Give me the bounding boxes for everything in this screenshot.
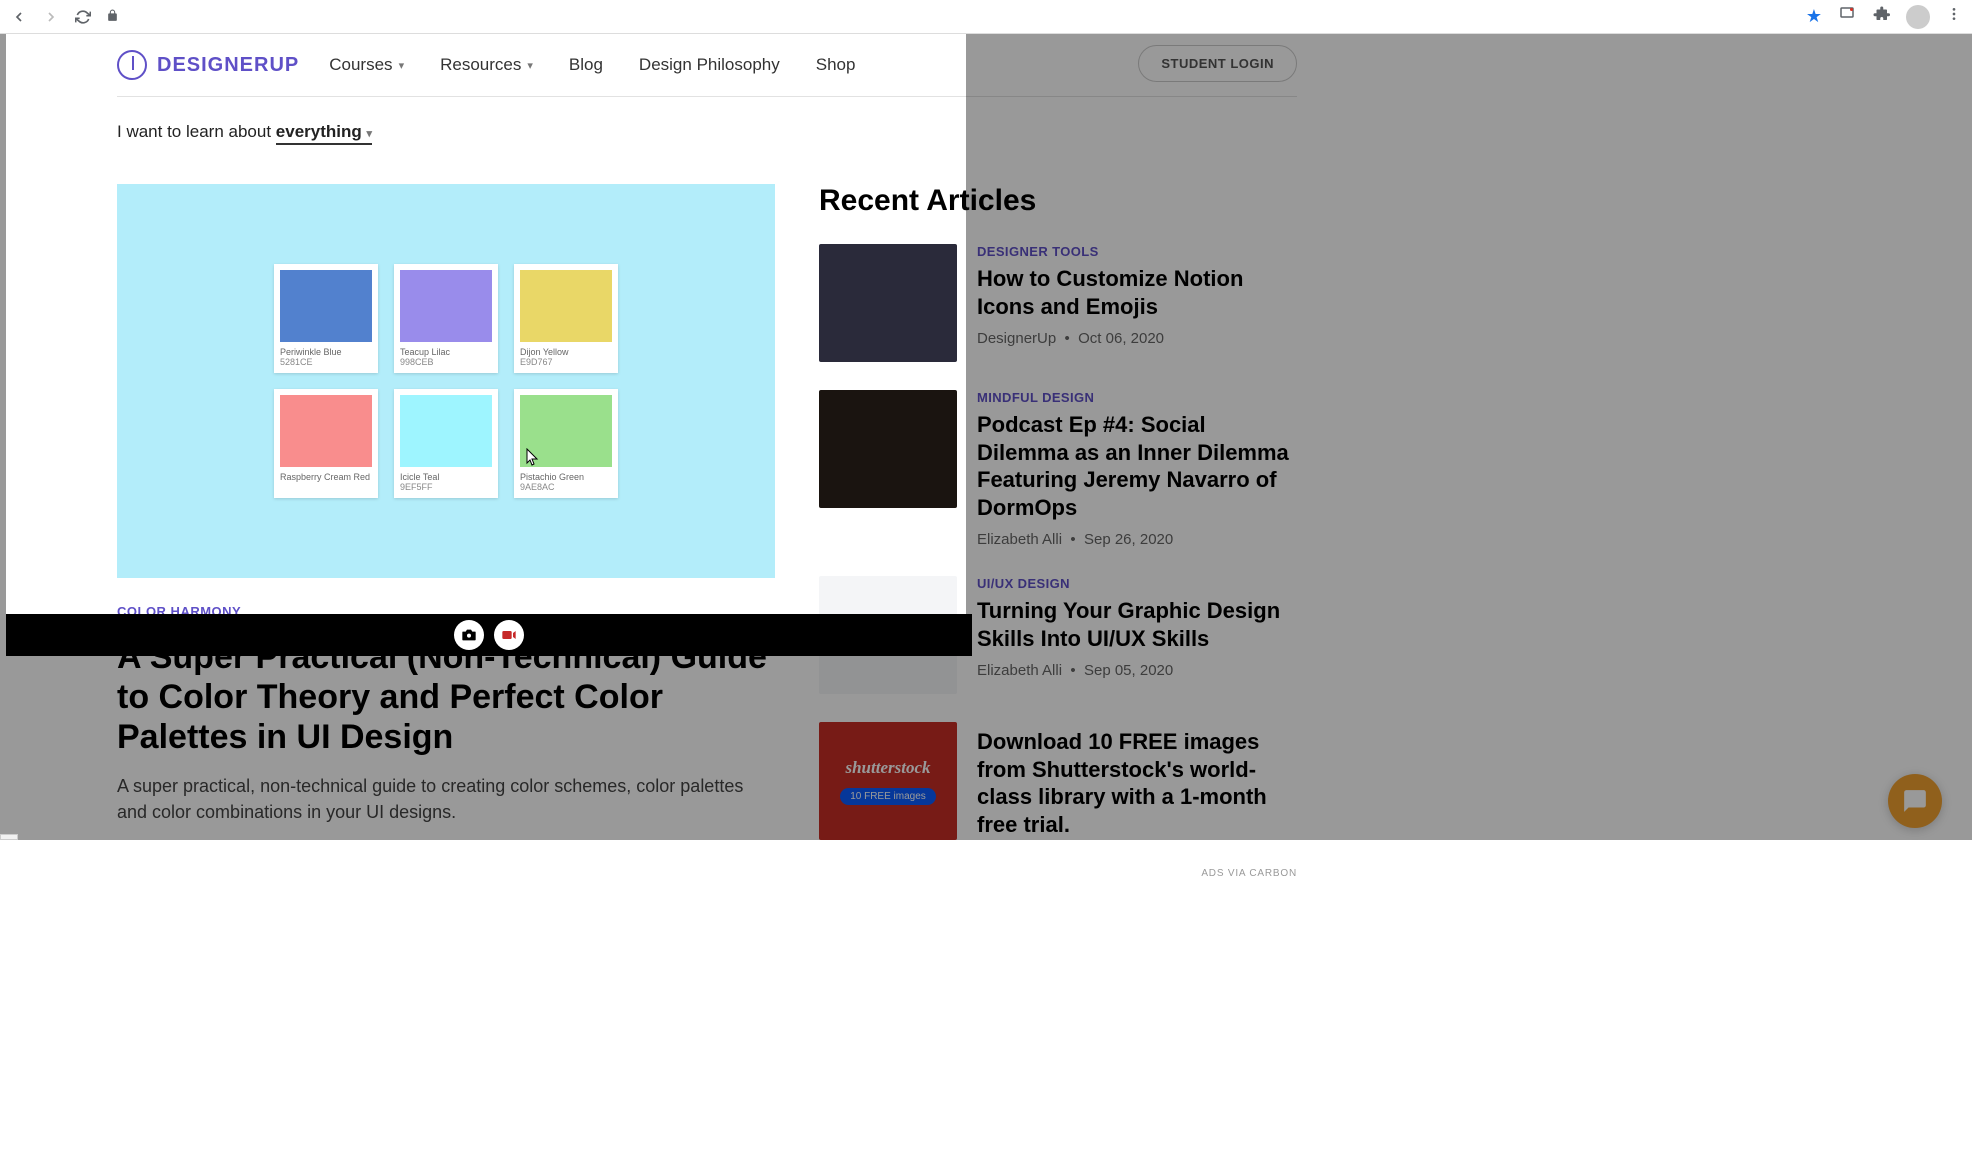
logo-mark-icon <box>117 50 147 80</box>
cast-icon[interactable] <box>1838 5 1856 28</box>
menu-icon[interactable] <box>1946 6 1962 27</box>
swatch-name: Dijon Yellow <box>520 347 612 357</box>
topic-filter[interactable]: I want to learn about everything ▾ <box>117 122 372 142</box>
swatch-hex: 9EF5FF <box>400 482 492 492</box>
primary-nav: Courses▾ Resources▾ Blog Design Philosop… <box>329 55 855 75</box>
swatch-color <box>280 270 372 342</box>
article-card[interactable]: UI/UX DESIGNTurning Your Graphic Design … <box>819 576 966 614</box>
article-list: DESIGNER TOOLSHow to Customize Notion Ic… <box>819 244 966 614</box>
swatch-hex: 998CEB <box>400 357 492 367</box>
swatch-name: Icicle Teal <box>400 472 492 482</box>
article-thumbnail <box>819 244 957 362</box>
sidebar-heading: Recent Articles <box>819 184 966 218</box>
nav-blog[interactable]: Blog <box>569 55 603 75</box>
color-swatch: Dijon YellowE9D767 <box>514 264 618 373</box>
swatch-color <box>280 395 372 467</box>
featured-illustration: Periwinkle Blue5281CETeacup Lilac998CEBD… <box>117 184 775 578</box>
swatch-name: Raspberry Cream Red <box>280 472 372 482</box>
swatch-name: Teacup Lilac <box>400 347 492 357</box>
article-card[interactable]: DESIGNER TOOLSHow to Customize Notion Ic… <box>819 244 966 362</box>
article-thumbnail <box>819 576 957 614</box>
article-thumbnail <box>819 390 957 508</box>
featured-article[interactable]: Periwinkle Blue5281CETeacup Lilac998CEBD… <box>117 184 775 614</box>
nav-courses[interactable]: Courses▾ <box>329 55 404 75</box>
color-swatch: Pistachio Green9AE8AC <box>514 389 618 498</box>
address-bar[interactable] <box>106 9 1792 25</box>
swatch-name: Pistachio Green <box>520 472 612 482</box>
nav-shop[interactable]: Shop <box>816 55 856 75</box>
swatch-color <box>400 395 492 467</box>
browser-chrome: ★ <box>0 0 1972 34</box>
carbon-ads-label: ADS VIA CARBON <box>819 868 1297 879</box>
nav-resources[interactable]: Resources▾ <box>440 55 533 75</box>
capture-viewport: DESIGNERUP Courses▾ Resources▾ Blog Desi… <box>6 34 966 614</box>
swatch-color <box>400 270 492 342</box>
extensions-icon[interactable] <box>1872 5 1890 28</box>
filter-prefix: I want to learn about <box>117 122 276 141</box>
nav-philosophy[interactable]: Design Philosophy <box>639 55 780 75</box>
header-divider <box>117 96 966 97</box>
status-bar <box>0 834 18 840</box>
swatch-name: Periwinkle Blue <box>280 347 372 357</box>
profile-avatar[interactable] <box>1906 5 1930 29</box>
back-button[interactable] <box>10 8 28 26</box>
brand-logo[interactable]: DESIGNERUP <box>117 50 299 80</box>
capture-toolbar <box>6 614 972 656</box>
swatch-hex: 5281CE <box>280 357 372 367</box>
color-swatch: Raspberry Cream Red <box>274 389 378 498</box>
brand-name: DESIGNERUP <box>157 54 299 77</box>
article-card[interactable]: MINDFUL DESIGNPodcast Ep #4: Social Dile… <box>819 390 966 548</box>
chevron-down-icon: ▾ <box>399 59 405 72</box>
reload-button[interactable] <box>74 8 92 26</box>
color-swatch: Teacup Lilac998CEB <box>394 264 498 373</box>
swatch-hex: E9D767 <box>520 357 612 367</box>
forward-button[interactable] <box>42 8 60 26</box>
recent-articles-sidebar: Recent Articles DESIGNER TOOLSHow to Cus… <box>819 184 966 614</box>
site-header: DESIGNERUP Courses▾ Resources▾ Blog Desi… <box>117 34 966 96</box>
chevron-down-icon: ▾ <box>527 59 533 72</box>
lock-icon <box>106 9 119 25</box>
swatch-hex: 9AE8AC <box>520 482 612 492</box>
bookmark-star-icon[interactable]: ★ <box>1806 6 1822 27</box>
featured-category: COLOR HARMONY <box>117 604 775 614</box>
swatch-color <box>520 270 612 342</box>
swatch-grid: Periwinkle Blue5281CETeacup Lilac998CEBD… <box>274 264 618 498</box>
screenshot-button[interactable] <box>454 620 484 650</box>
record-button[interactable] <box>494 620 524 650</box>
chevron-down-icon: ▾ <box>367 128 373 140</box>
swatch-color <box>520 395 612 467</box>
color-swatch: Periwinkle Blue5281CE <box>274 264 378 373</box>
color-swatch: Icicle Teal9EF5FF <box>394 389 498 498</box>
filter-value: everything <box>276 122 362 141</box>
